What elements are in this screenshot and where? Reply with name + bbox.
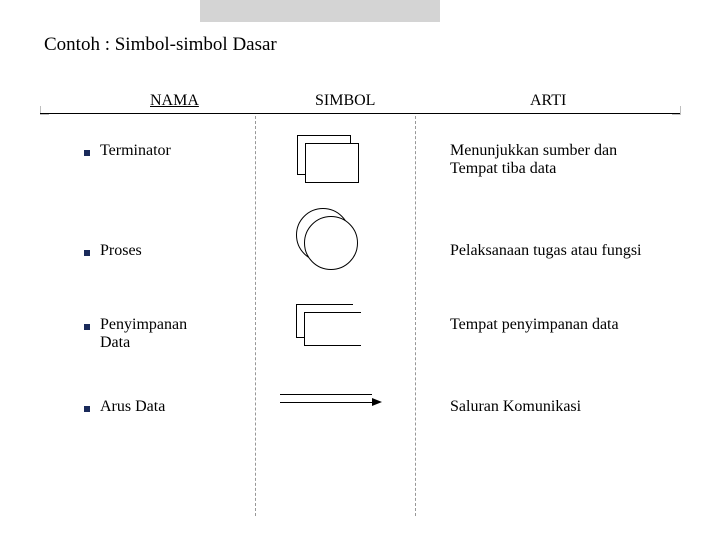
header-underline (40, 113, 680, 114)
row-nama-arus: Arus Data (100, 398, 165, 416)
row-arti-arus: Saluran Komunikasi (450, 398, 680, 416)
row-nama-penyimpanan: Penyimpanan Data (100, 316, 187, 352)
bullet-icon (84, 150, 90, 156)
row-arti-terminator: Menunjukkan sumber dan Tempat tiba data (450, 142, 680, 178)
bullet-icon (84, 406, 90, 412)
proses-symbol-front (304, 216, 358, 270)
col-header-nama: NAMA (150, 92, 199, 110)
row-nama-proses: Proses (100, 242, 142, 260)
terminator-symbol-front (305, 143, 359, 183)
rule-corner-right (672, 106, 681, 115)
col-divider-2 (415, 116, 416, 516)
rule-corner-left (40, 106, 49, 115)
bullet-icon (84, 324, 90, 330)
arus-symbol-line-1 (280, 394, 372, 395)
bullet-icon (84, 250, 90, 256)
col-header-arti: ARTI (530, 92, 566, 110)
page-title: Contoh : Simbol-simbol Dasar (44, 34, 277, 56)
row-arti-penyimpanan: Tempat penyimpanan data (450, 316, 680, 334)
row-nama-terminator: Terminator (100, 142, 171, 160)
arus-symbol-arrowhead (372, 398, 382, 406)
top-accent-bar (200, 0, 440, 22)
col-divider-1 (255, 116, 256, 516)
col-header-simbol: SIMBOL (315, 92, 375, 110)
row-arti-proses: Pelaksanaan tugas atau fungsi (450, 242, 680, 260)
slide: Contoh : Simbol-simbol Dasar NAMA SIMBOL… (0, 0, 720, 540)
arus-symbol-line-2 (280, 402, 372, 403)
penyimpanan-symbol-front (304, 312, 361, 346)
